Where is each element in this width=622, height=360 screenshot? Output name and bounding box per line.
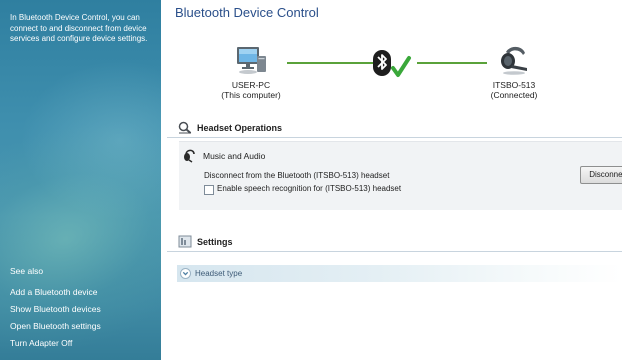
see-also-links: Add a Bluetooth device Show Bluetooth de… (10, 287, 101, 355)
headset-device: ITSBO-513 (Connected) (469, 44, 559, 100)
chevron-down-icon[interactable] (180, 268, 191, 279)
headset-subtitle: (Connected) (490, 90, 538, 100)
computer-device: USER-PC (This computer) (211, 44, 291, 100)
link-show-bluetooth-devices[interactable]: Show Bluetooth devices (10, 304, 101, 321)
connection-line-left (287, 62, 373, 64)
headset-type-label[interactable]: Headset type (195, 269, 242, 278)
settings-icon (178, 235, 192, 248)
computer-subtitle: (This computer) (221, 90, 281, 100)
pane-background-glow-2 (20, 60, 161, 220)
link-open-bluetooth-settings[interactable]: Open Bluetooth settings (10, 321, 101, 338)
link-turn-adapter-off[interactable]: Turn Adapter Off (10, 338, 101, 355)
page-title: Bluetooth Device Control (175, 5, 319, 20)
see-also-title: See also (10, 266, 44, 276)
link-add-bluetooth-device[interactable]: Add a Bluetooth device (10, 287, 101, 304)
headphone-icon (184, 149, 195, 163)
music-audio-label: Music and Audio (203, 151, 266, 161)
task-pane-intro: In Bluetooth Device Control, you can con… (10, 13, 148, 43)
headset-type-expander[interactable]: Headset type (177, 265, 622, 282)
computer-name: USER-PC (231, 80, 271, 90)
speech-recognition-checkbox[interactable] (204, 185, 214, 195)
bluetooth-connected-icon (373, 50, 411, 77)
main-content: Bluetooth Device Control USER-PC (This c… (161, 0, 622, 360)
music-audio-panel: Music and Audio Disconnect from the Blue… (179, 141, 622, 210)
task-pane: In Bluetooth Device Control, you can con… (0, 0, 161, 360)
headset-operations-icon (178, 121, 192, 134)
computer-icon (237, 47, 266, 74)
disconnect-description: Disconnect from the Bluetooth (ITSBO-513… (204, 171, 390, 180)
headset-icon (501, 46, 527, 75)
headset-operations-header: Headset Operations (167, 119, 622, 138)
disconnect-button[interactable]: Disconnect (580, 166, 622, 184)
headset-name: ITSBO-513 (492, 80, 536, 90)
headset-operations-title: Headset Operations (197, 123, 283, 133)
settings-title: Settings (197, 237, 233, 247)
speech-recognition-label[interactable]: Enable speech recognition for (ITSBO-513… (217, 184, 401, 193)
settings-header: Settings (167, 233, 622, 252)
